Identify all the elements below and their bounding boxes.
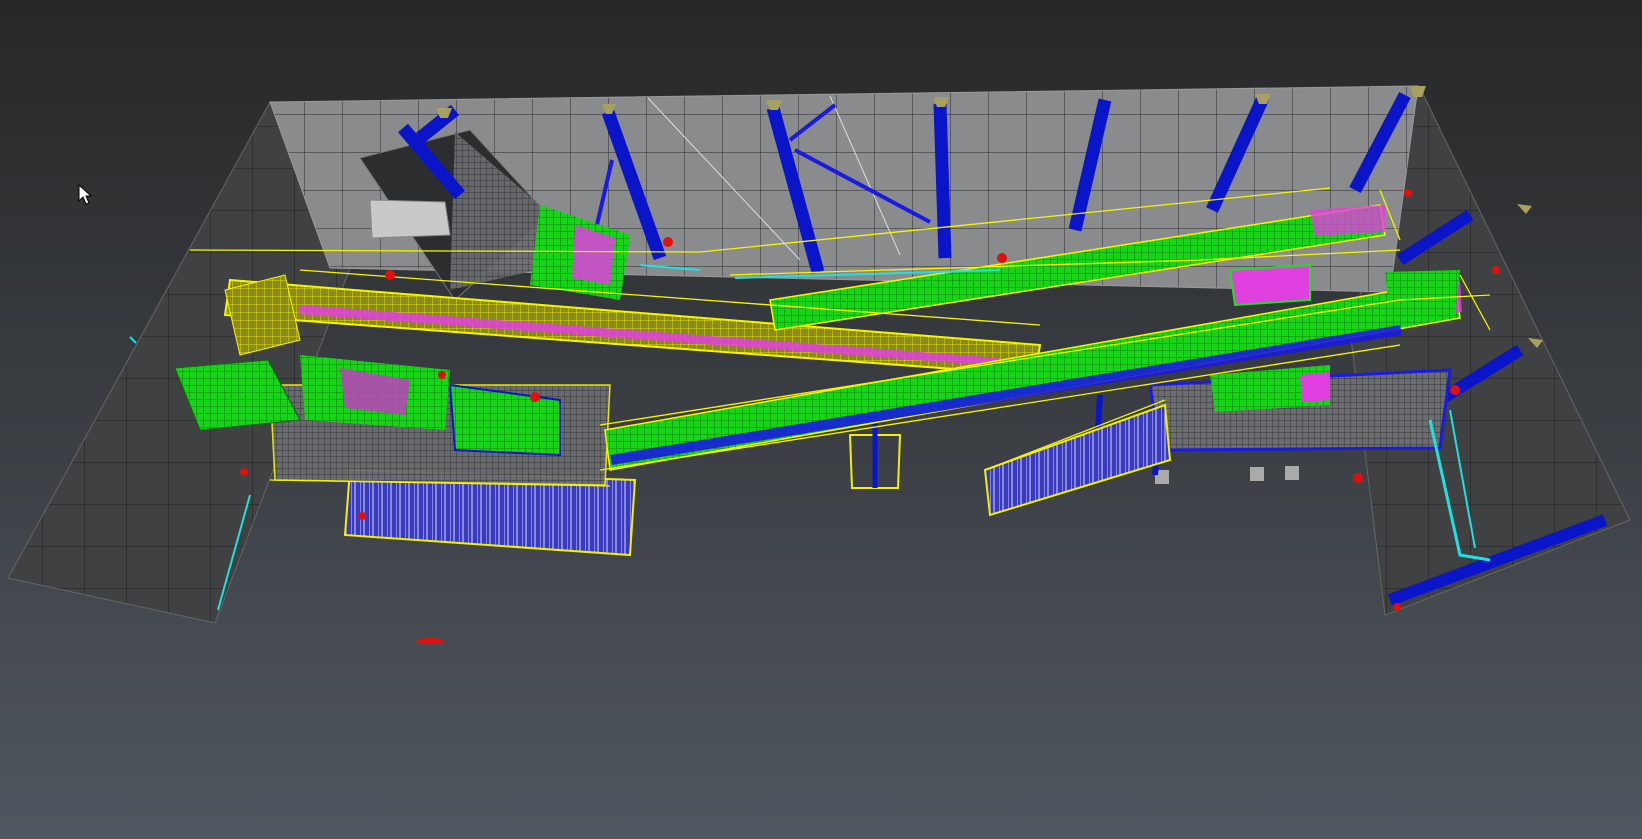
- scene-canvas[interactable]: [0, 0, 1642, 839]
- 3d-viewport[interactable]: [0, 0, 1642, 839]
- mouse-pointer-icon: [78, 184, 93, 205]
